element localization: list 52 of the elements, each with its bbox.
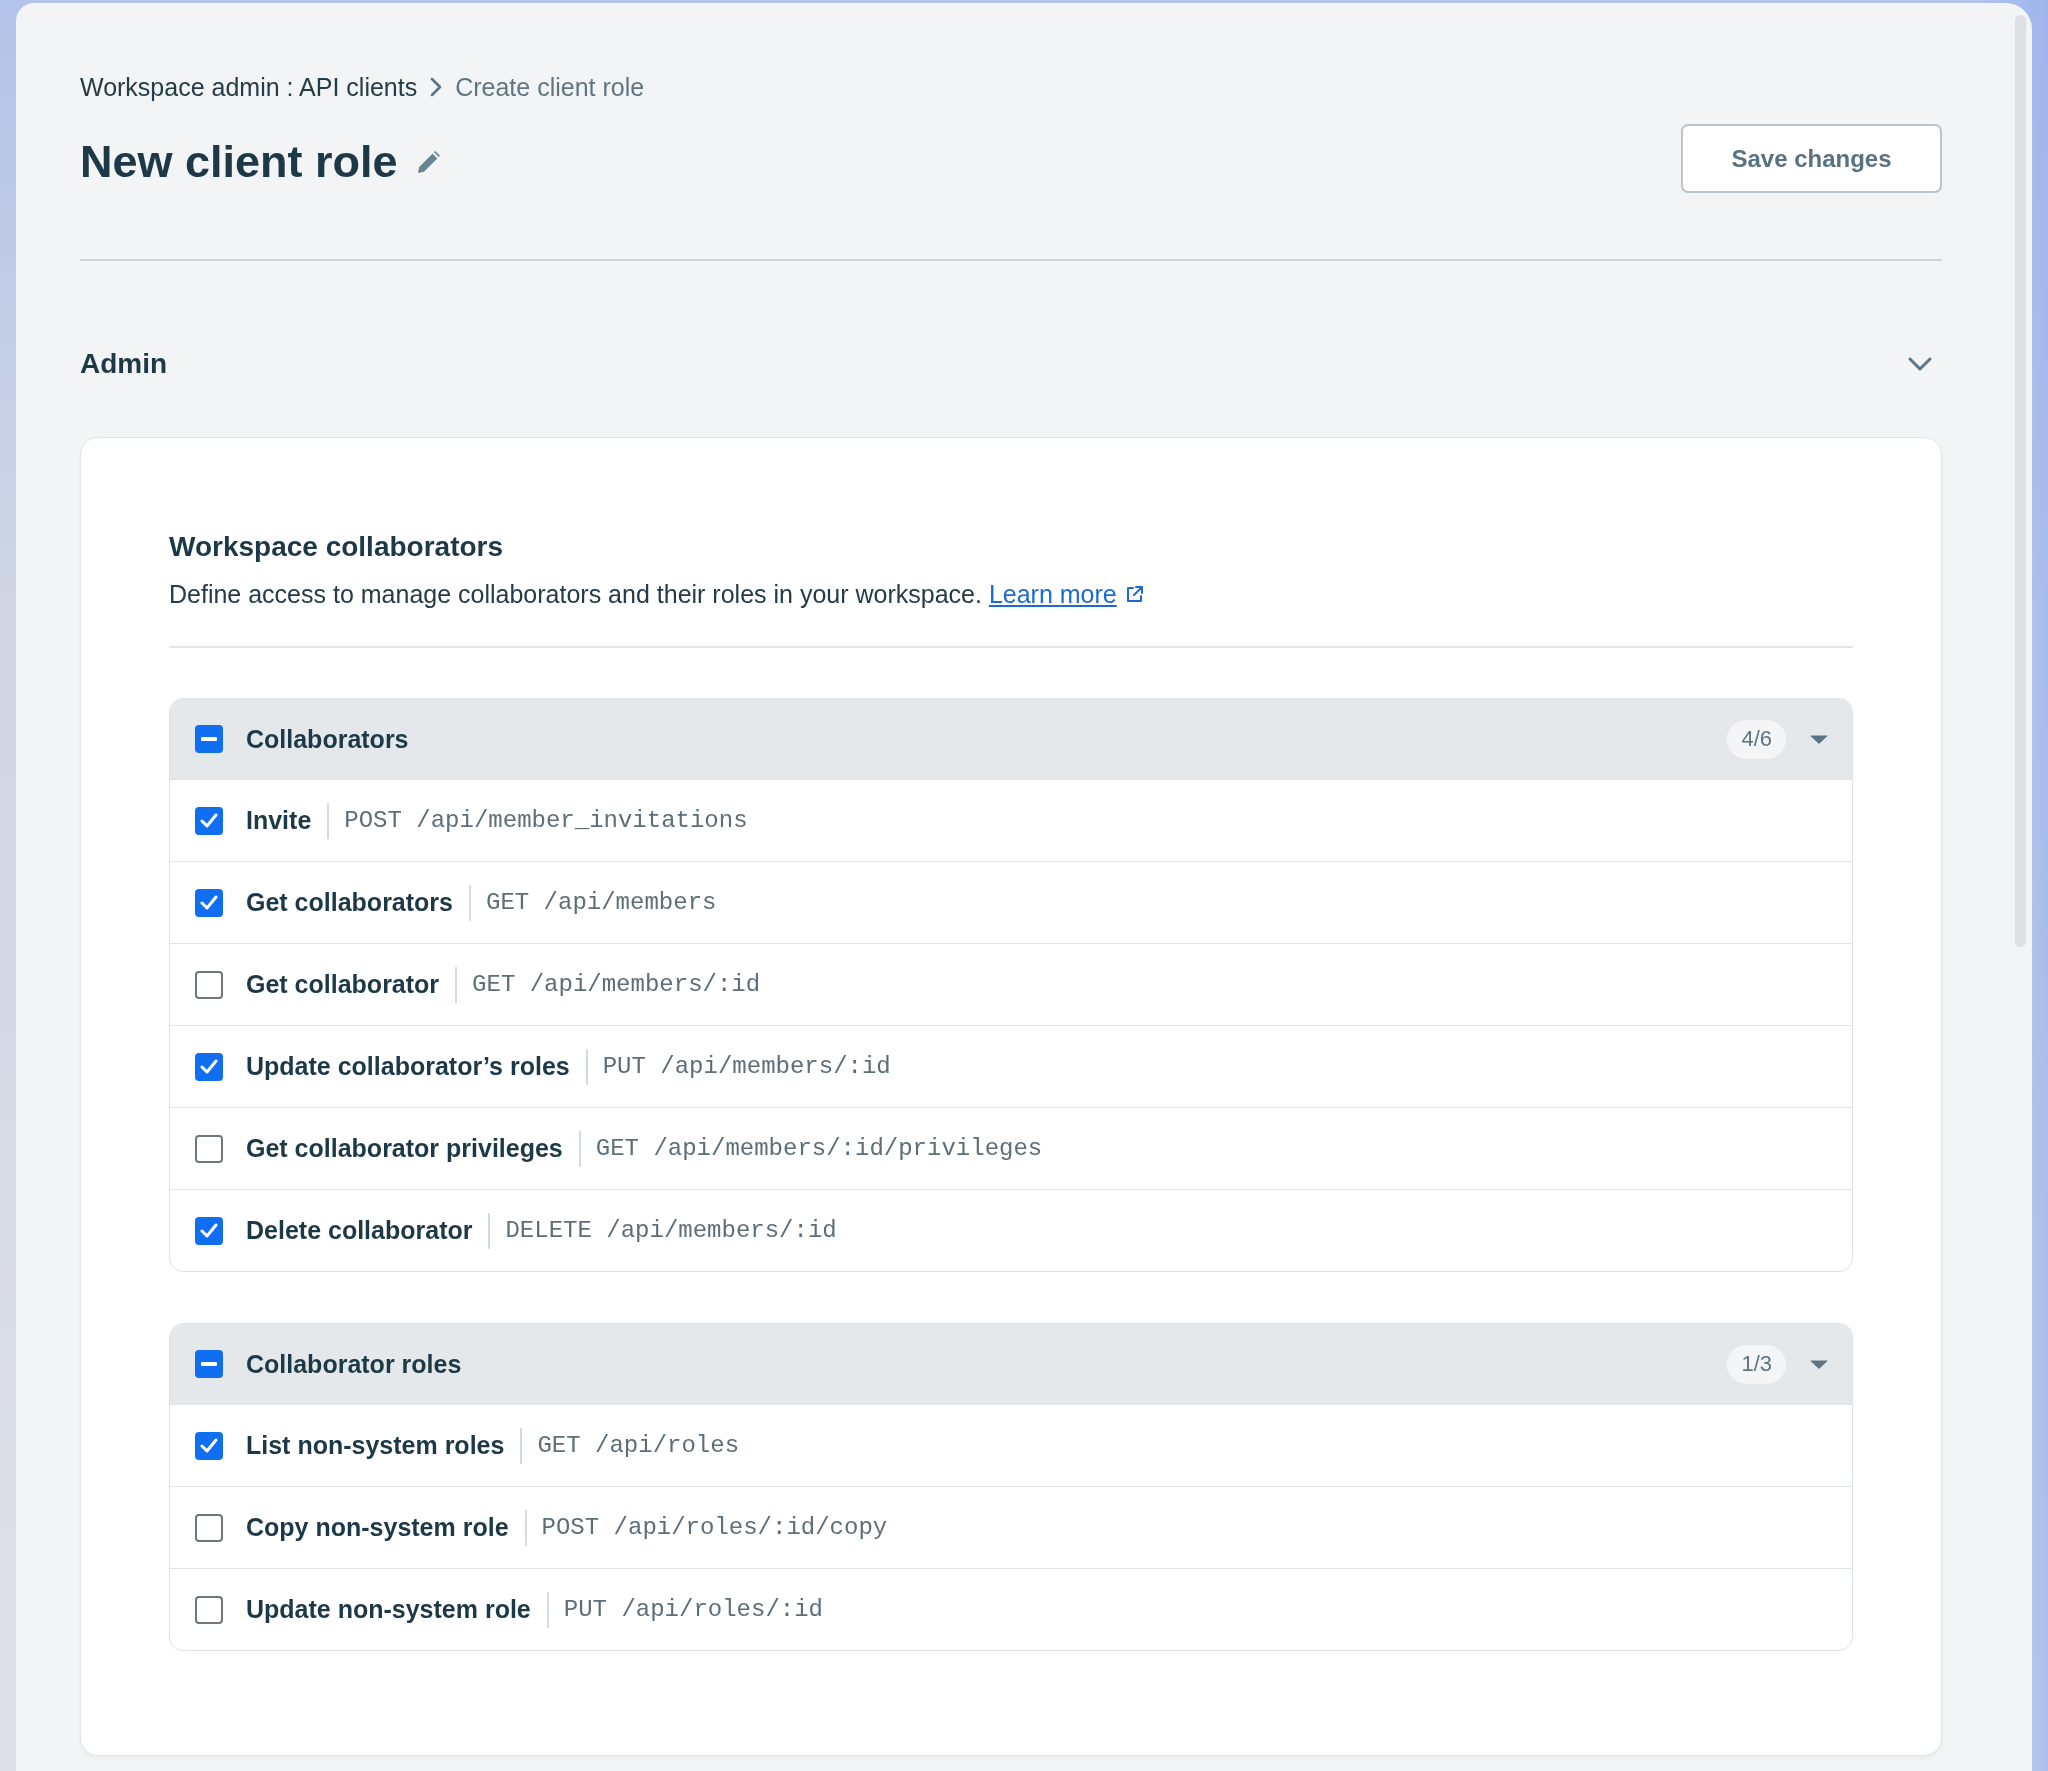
- checkbox[interactable]: [195, 1134, 223, 1163]
- endpoint-text: GET /api/members/:id/privileges: [595, 1135, 1043, 1162]
- chevron-right-icon: [430, 77, 443, 97]
- checkbox[interactable]: [195, 1595, 223, 1624]
- scrollbar-thumb[interactable]: [2015, 15, 2026, 947]
- group-name: Collaborators: [246, 724, 409, 754]
- page-title: New client role: [80, 134, 398, 189]
- count-badge: 4/6: [1727, 719, 1786, 759]
- checkbox[interactable]: [195, 725, 223, 753]
- checkbox[interactable]: [195, 1350, 223, 1378]
- checkbox[interactable]: [195, 1513, 223, 1542]
- external-link-icon: [1124, 584, 1144, 604]
- count-badge: 1/3: [1727, 1344, 1786, 1384]
- checkmark-icon: [200, 1059, 218, 1074]
- endpoint-text: DELETE /api/members/:id: [505, 1217, 837, 1244]
- checkbox[interactable]: [195, 806, 223, 835]
- endpoint-text: GET /api/members/:id: [472, 971, 761, 998]
- permission-name: Invite: [246, 806, 312, 835]
- minus-icon: [201, 737, 217, 741]
- endpoint-text: GET /api/roles: [537, 1432, 740, 1459]
- endpoint-text: GET /api/members: [486, 889, 717, 916]
- endpoint-text: PUT /api/members/:id: [602, 1053, 891, 1080]
- permission-name: Get collaborator: [246, 970, 440, 999]
- endpoint-text: PUT /api/roles/:id: [563, 1596, 824, 1623]
- save-button[interactable]: Save changes: [1681, 124, 1942, 193]
- pencil-icon[interactable]: [417, 150, 440, 173]
- permission-name: Update non-system role: [246, 1595, 531, 1624]
- group-name: Collaborator roles: [246, 1349, 462, 1379]
- permission-name: Delete collaborator: [246, 1216, 473, 1245]
- breadcrumb-link[interactable]: Workspace admin : API clients: [80, 71, 418, 103]
- checkmark-icon: [200, 895, 218, 910]
- checkmark-icon: [200, 813, 218, 828]
- checkbox[interactable]: [195, 888, 223, 917]
- minus-icon: [201, 1362, 217, 1366]
- checkbox[interactable]: [195, 1052, 223, 1081]
- checkbox[interactable]: [195, 1431, 223, 1460]
- breadcrumb-current: Create client role: [455, 72, 645, 103]
- permission-name: Update collaborator’s roles: [246, 1052, 570, 1081]
- permission-name: Copy non-system role: [246, 1513, 509, 1542]
- checkbox[interactable]: [195, 970, 223, 999]
- permission-name: List non-system roles: [246, 1431, 505, 1460]
- permission-name: Get collaborators: [246, 888, 453, 917]
- checkmark-icon: [200, 1438, 218, 1453]
- section-title: Admin: [80, 347, 168, 381]
- endpoint-text: POST /api/roles/:id/copy: [541, 1514, 888, 1541]
- permission-name: Get collaborator privileges: [246, 1134, 563, 1163]
- learn-more-link[interactable]: Learn more: [988, 577, 1144, 611]
- endpoint-text: POST /api/member_invitations: [344, 807, 748, 834]
- checkmark-icon: [200, 1223, 218, 1238]
- card-title: Workspace collaborators: [169, 530, 505, 564]
- description-text: Define access to manage collaborators and their roles in your workspace. Learn more: [169, 577, 1853, 611]
- checkbox[interactable]: [195, 1216, 223, 1245]
